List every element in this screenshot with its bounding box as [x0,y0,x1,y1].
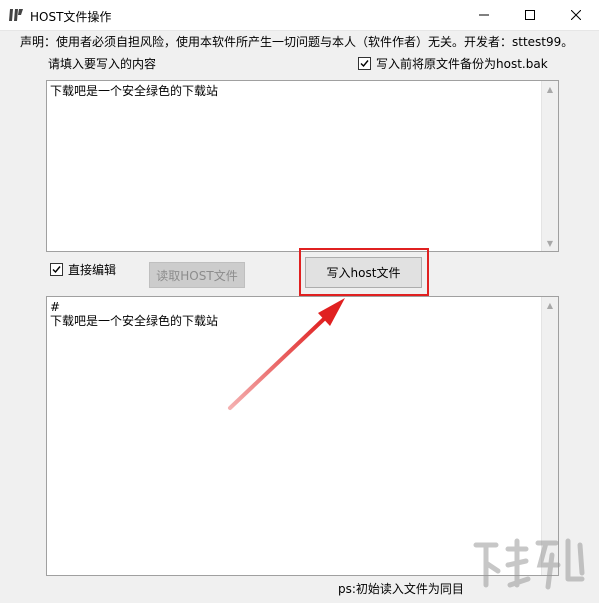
input-prompt-label: 请填入要写入的内容 [48,57,157,71]
checkmark-icon [360,60,369,68]
watermark-logo-icon [473,538,585,590]
close-icon [571,10,581,20]
scroll-down-icon[interactable]: ▼ [542,235,558,251]
app-logo-icon [8,7,24,23]
direct-edit-label: 直接编辑 [68,263,117,277]
direct-edit-checkbox[interactable]: 直接编辑 [50,261,116,278]
window-title: HOST文件操作 [30,10,112,24]
minimize-icon [479,14,489,16]
host-content-box[interactable]: # 下载吧是一个安全绿色的下载站 ▲ [46,296,559,576]
direct-edit-checkbox-box[interactable] [50,263,63,276]
write-host-button[interactable]: 写入host文件 [305,257,422,288]
backup-checkbox-label: 写入前将原文件备份为host.bak [376,57,548,71]
disclaimer-text: 声明：使用者必须自担风险，使用本软件所产生一切问题与本人（软件作者）无关。开发者… [20,35,574,49]
scroll-up-icon[interactable]: ▲ [542,81,558,97]
checkmark-icon [52,266,61,274]
bottom-note: ps:初始读入文件为同目 [338,582,464,596]
read-host-button[interactable]: 读取HOST文件 [149,262,245,288]
content-input-text[interactable]: 下载吧是一个安全绿色的下载站 [50,84,218,98]
close-button[interactable] [553,0,599,30]
host-content-scrollbar[interactable]: ▲ [541,297,558,575]
minimize-button[interactable] [461,0,507,30]
host-content-text[interactable]: # 下载吧是一个安全绿色的下载站 [50,300,218,328]
backup-checkbox-box[interactable] [358,57,371,70]
content-input-box[interactable]: 下载吧是一个安全绿色的下载站 ▲ ▼ [46,80,559,252]
title-bar: HOST文件操作 [0,0,599,31]
maximize-button[interactable] [507,0,553,30]
scroll-up-icon[interactable]: ▲ [542,297,558,313]
backup-checkbox[interactable]: 写入前将原文件备份为host.bak [358,55,548,72]
maximize-icon [525,10,535,20]
content-input-scrollbar[interactable]: ▲ ▼ [541,81,558,251]
